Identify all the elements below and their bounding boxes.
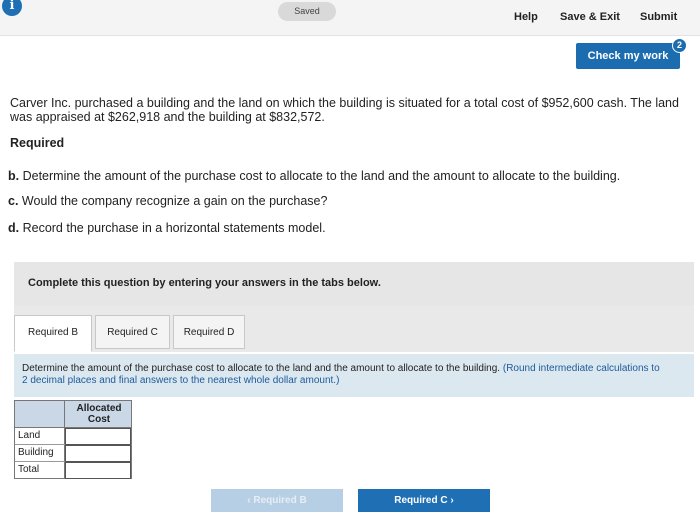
chevron-right-icon: › xyxy=(450,495,454,506)
requirement-d-text: Record the purchase in a horizontal stat… xyxy=(22,221,326,235)
allocated-cost-header: Allocated Cost xyxy=(76,403,122,425)
check-my-work-button[interactable]: Check my work xyxy=(576,43,680,69)
instruction-box: Determine the amount of the purchase cos… xyxy=(14,354,694,397)
answer-panel-header: Complete this question by entering your … xyxy=(14,262,694,306)
saved-status: Saved xyxy=(278,2,336,21)
next-tab-button[interactable]: Required C › xyxy=(358,489,490,512)
requirement-b: b. Determine the amount of the purchase … xyxy=(8,169,620,183)
next-tab-label: Required C xyxy=(394,495,448,506)
requirement-c-letter: c. xyxy=(8,194,19,208)
previous-tab-label: Required B xyxy=(253,495,307,506)
requirement-c-text: Would the company recognize a gain on th… xyxy=(21,194,328,208)
required-heading: Required xyxy=(10,136,65,150)
tab-required-d[interactable]: Required D xyxy=(173,315,245,349)
answer-panel-heading: Complete this question by entering your … xyxy=(28,277,381,289)
allocation-table-header: Allocated Cost xyxy=(14,400,132,428)
total-cost-input[interactable] xyxy=(65,462,131,479)
tab-required-c[interactable]: Required C xyxy=(95,315,170,349)
land-cost-input[interactable] xyxy=(65,428,131,445)
requirement-c: c. Would the company recognize a gain on… xyxy=(8,194,327,208)
instruction-main: Determine the amount of the purchase cos… xyxy=(22,363,501,374)
previous-tab-button[interactable]: ‹ Required B xyxy=(211,489,343,512)
save-exit-link[interactable]: Save & Exit xyxy=(560,11,620,23)
requirement-d-letter: d. xyxy=(8,221,20,235)
requirement-d: d. Record the purchase in a horizontal s… xyxy=(8,221,326,235)
row-label-land: Land xyxy=(18,430,41,441)
requirement-b-text: Determine the amount of the purchase cos… xyxy=(22,169,621,183)
requirement-b-letter: b. xyxy=(8,169,20,183)
row-label-total: Total xyxy=(18,464,40,475)
question-text: Carver Inc. purchased a building and the… xyxy=(10,96,679,124)
tab-required-b[interactable]: Required B xyxy=(14,315,92,352)
row-label-building: Building xyxy=(18,447,54,458)
chevron-left-icon: ‹ xyxy=(247,495,251,506)
help-link[interactable]: Help xyxy=(514,11,538,23)
building-cost-input[interactable] xyxy=(65,445,131,462)
instruction-text: Determine the amount of the purchase cos… xyxy=(22,363,662,387)
check-count-badge: 2 xyxy=(672,38,687,53)
submit-link[interactable]: Submit xyxy=(640,11,677,23)
